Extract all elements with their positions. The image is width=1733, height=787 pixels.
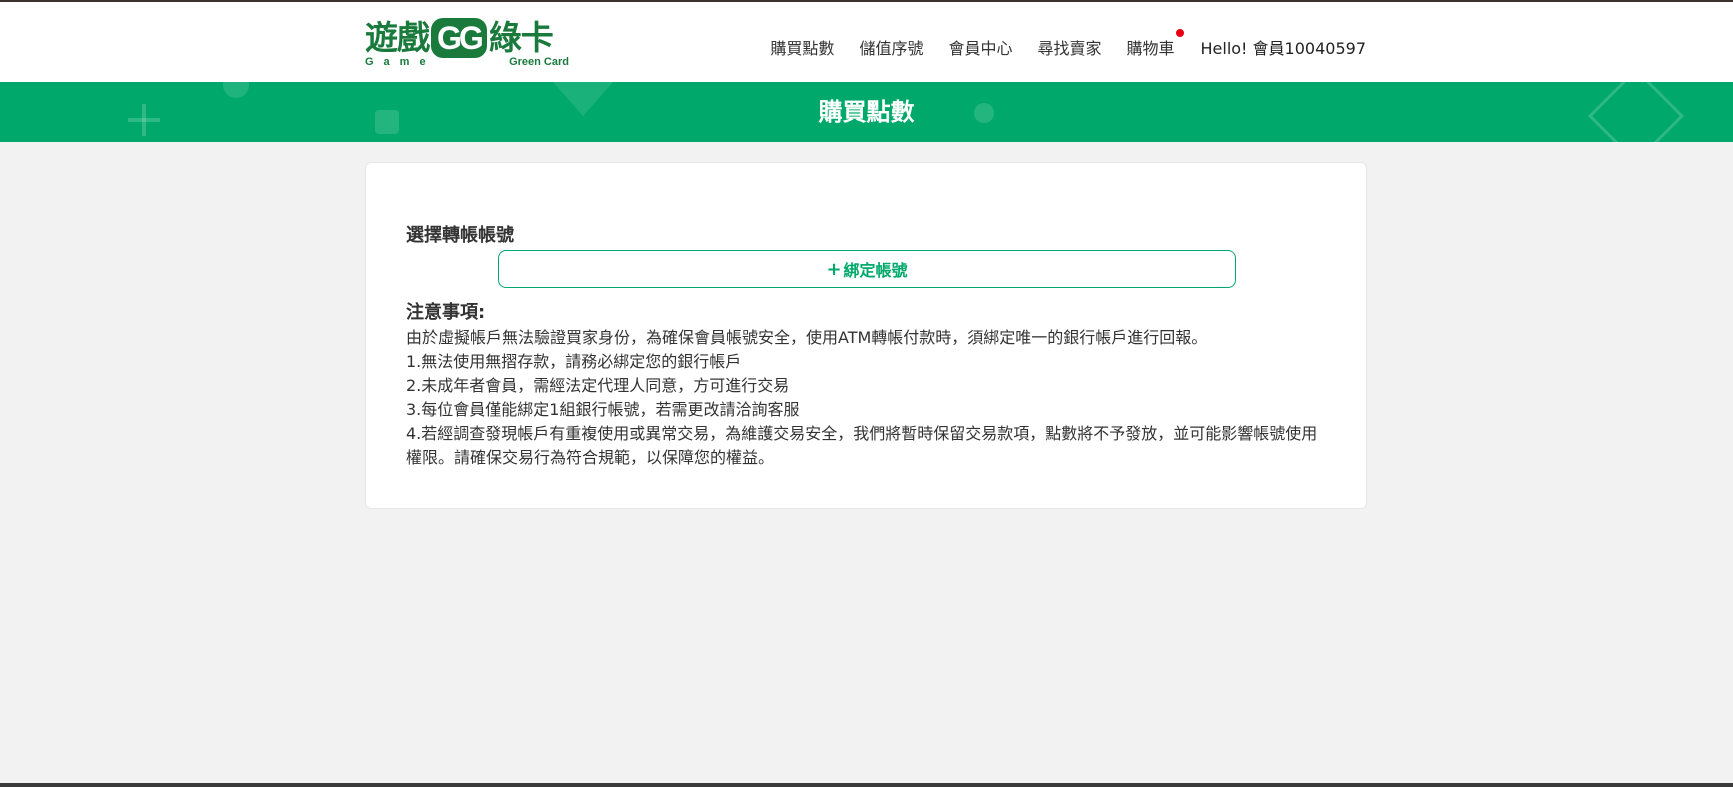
select-account-label: 選擇轉帳帳號 xyxy=(406,225,514,246)
nav-cart[interactable]: 購物車 xyxy=(1126,29,1184,59)
bind-account-label: 綁定帳號 xyxy=(843,261,908,280)
logo-sub-right: Green Card xyxy=(509,56,569,68)
notice-title: 注意事項: xyxy=(406,302,486,323)
nav-find-seller[interactable]: 尋找賣家 xyxy=(1037,35,1101,59)
main-nav: 購買點數 儲值序號 會員中心 尋找賣家 購物車 Hello! 會員1004059… xyxy=(770,2,1366,92)
account-binding-card: 選擇轉帳帳號 + 綁定帳號 注意事項: 由於虛擬帳戶無法驗證買家身份，為確保會員… xyxy=(365,162,1367,509)
notice-section: 注意事項: 由於虛擬帳戶無法驗證買家身份，為確保會員帳號安全，使用ATM轉帳付款… xyxy=(406,300,1331,470)
page-banner: 購買點數 xyxy=(0,82,1733,142)
notice-line: 4.若經調查發現帳戶有重複使用或異常交易，為維護交易安全，我們將暫時保留交易款項… xyxy=(406,424,1318,467)
notice-line: 1.無法使用無摺存款，請務必綁定您的銀行帳戶 xyxy=(406,352,742,371)
logo-text-left: 遊戲 xyxy=(365,18,430,57)
logo-gg-mark: GG xyxy=(431,18,487,58)
notice-line: 3.每位會員僅能綁定1組銀行帳號，若需更改請洽詢客服 xyxy=(406,400,800,419)
bottom-border xyxy=(0,783,1733,787)
member-greeting[interactable]: Hello! 會員10040597 xyxy=(1201,35,1367,59)
notice-line: 由於虛擬帳戶無法驗證買家身份，為確保會員帳號安全，使用ATM轉帳付款時，須綁定唯… xyxy=(406,328,1208,347)
plus-icon: + xyxy=(826,258,842,280)
notice-line: 2.未成年者會員，需經法定代理人同意，方可進行交易 xyxy=(406,376,790,395)
logo-sub-left: Game xyxy=(365,56,436,68)
nav-cart-label: 購物車 xyxy=(1126,39,1175,58)
nav-redeem-code[interactable]: 儲值序號 xyxy=(859,35,923,59)
site-logo[interactable]: 遊戲 GG 綠卡 Game Green Card xyxy=(365,18,569,70)
logo-text-right: 綠卡 xyxy=(488,18,554,57)
nav-member-center[interactable]: 會員中心 xyxy=(948,35,1012,59)
nav-buy-points[interactable]: 購買點數 xyxy=(770,35,834,59)
bind-account-button[interactable]: + 綁定帳號 xyxy=(498,250,1236,288)
page-title: 購買點數 xyxy=(818,98,915,126)
site-header: 遊戲 GG 綠卡 Game Green Card 購買點數 儲值序號 會員中心 … xyxy=(0,2,1733,82)
cart-notification-dot xyxy=(1175,29,1184,37)
